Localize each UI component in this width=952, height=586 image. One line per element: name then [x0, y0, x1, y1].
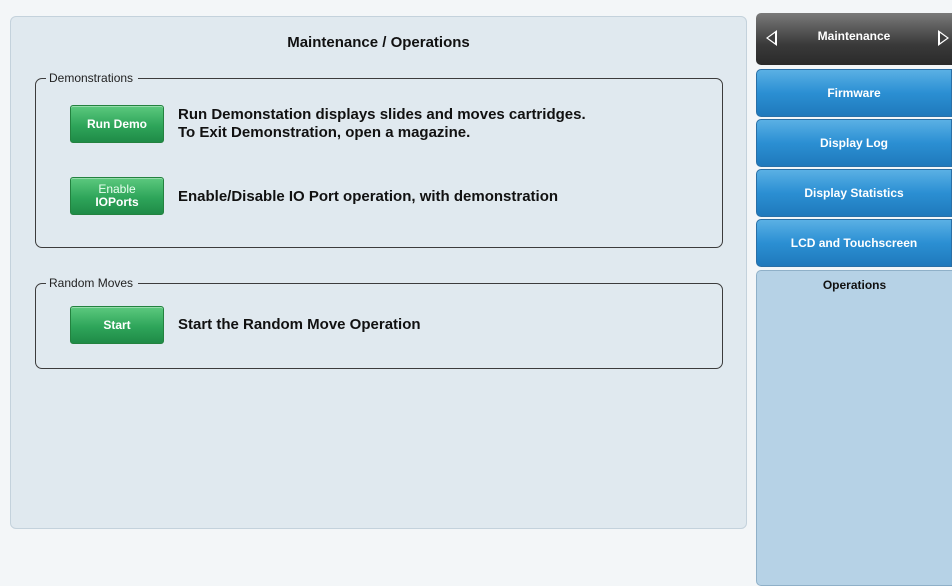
page-title: Maintenance / Operations: [287, 34, 470, 51]
sidebar-item-lcd-touchscreen[interactable]: LCD and Touchscreen: [756, 219, 952, 267]
enable-ioports-button[interactable]: Enable IOPorts: [70, 177, 164, 215]
sidebar-item-firmware[interactable]: Firmware: [756, 69, 952, 117]
sidebar-item-label: Display Log: [819, 136, 888, 150]
run-demo-label: Run Demo: [87, 116, 147, 131]
demonstrations-legend: Demonstrations: [46, 71, 139, 86]
random-moves-group: Random Moves Start Start the Random Move…: [35, 276, 723, 369]
run-demo-description: Run Demonstation displays slides and mov…: [178, 106, 586, 142]
sidebar: Maintenance Firmware Display Log Display…: [756, 13, 952, 586]
sidebar-item-operations[interactable]: Operations: [756, 270, 952, 586]
sidebar-item-display-statistics[interactable]: Display Statistics: [756, 169, 952, 217]
demonstrations-group: Demonstrations Run Demo Run Demonstation…: [35, 71, 723, 248]
sidebar-item-operations-label: Operations: [822, 278, 887, 292]
sidebar-header-title: Maintenance: [817, 29, 891, 43]
main-panel: Maintenance / Operations Demonstrations …: [10, 16, 747, 529]
run-demo-desc-line-1: Run Demonstation displays slides and mov…: [178, 106, 586, 123]
enable-ioports-description: Enable/Disable IO Port operation, with d…: [178, 188, 559, 205]
sidebar-item-display-log[interactable]: Display Log: [756, 119, 952, 167]
sidebar-item-label: Firmware: [827, 86, 881, 100]
sidebar-item-label: LCD and Touchscreen: [790, 236, 918, 250]
start-random-move-description: Start the Random Move Operation: [178, 316, 421, 333]
enable-ioports-label-line-2: IOPorts: [95, 195, 139, 209]
sidebar-item-label: Display Statistics: [804, 186, 904, 200]
run-demo-button[interactable]: Run Demo: [70, 105, 164, 143]
random-moves-legend: Random Moves: [46, 276, 139, 291]
run-demo-desc-line-2: To Exit Demonstration, open a magazine.: [178, 124, 471, 141]
start-label: Start: [103, 317, 131, 332]
next-arrow-icon[interactable]: [938, 30, 949, 46]
sidebar-header: Maintenance: [756, 13, 952, 65]
start-random-move-button[interactable]: Start: [70, 306, 164, 344]
